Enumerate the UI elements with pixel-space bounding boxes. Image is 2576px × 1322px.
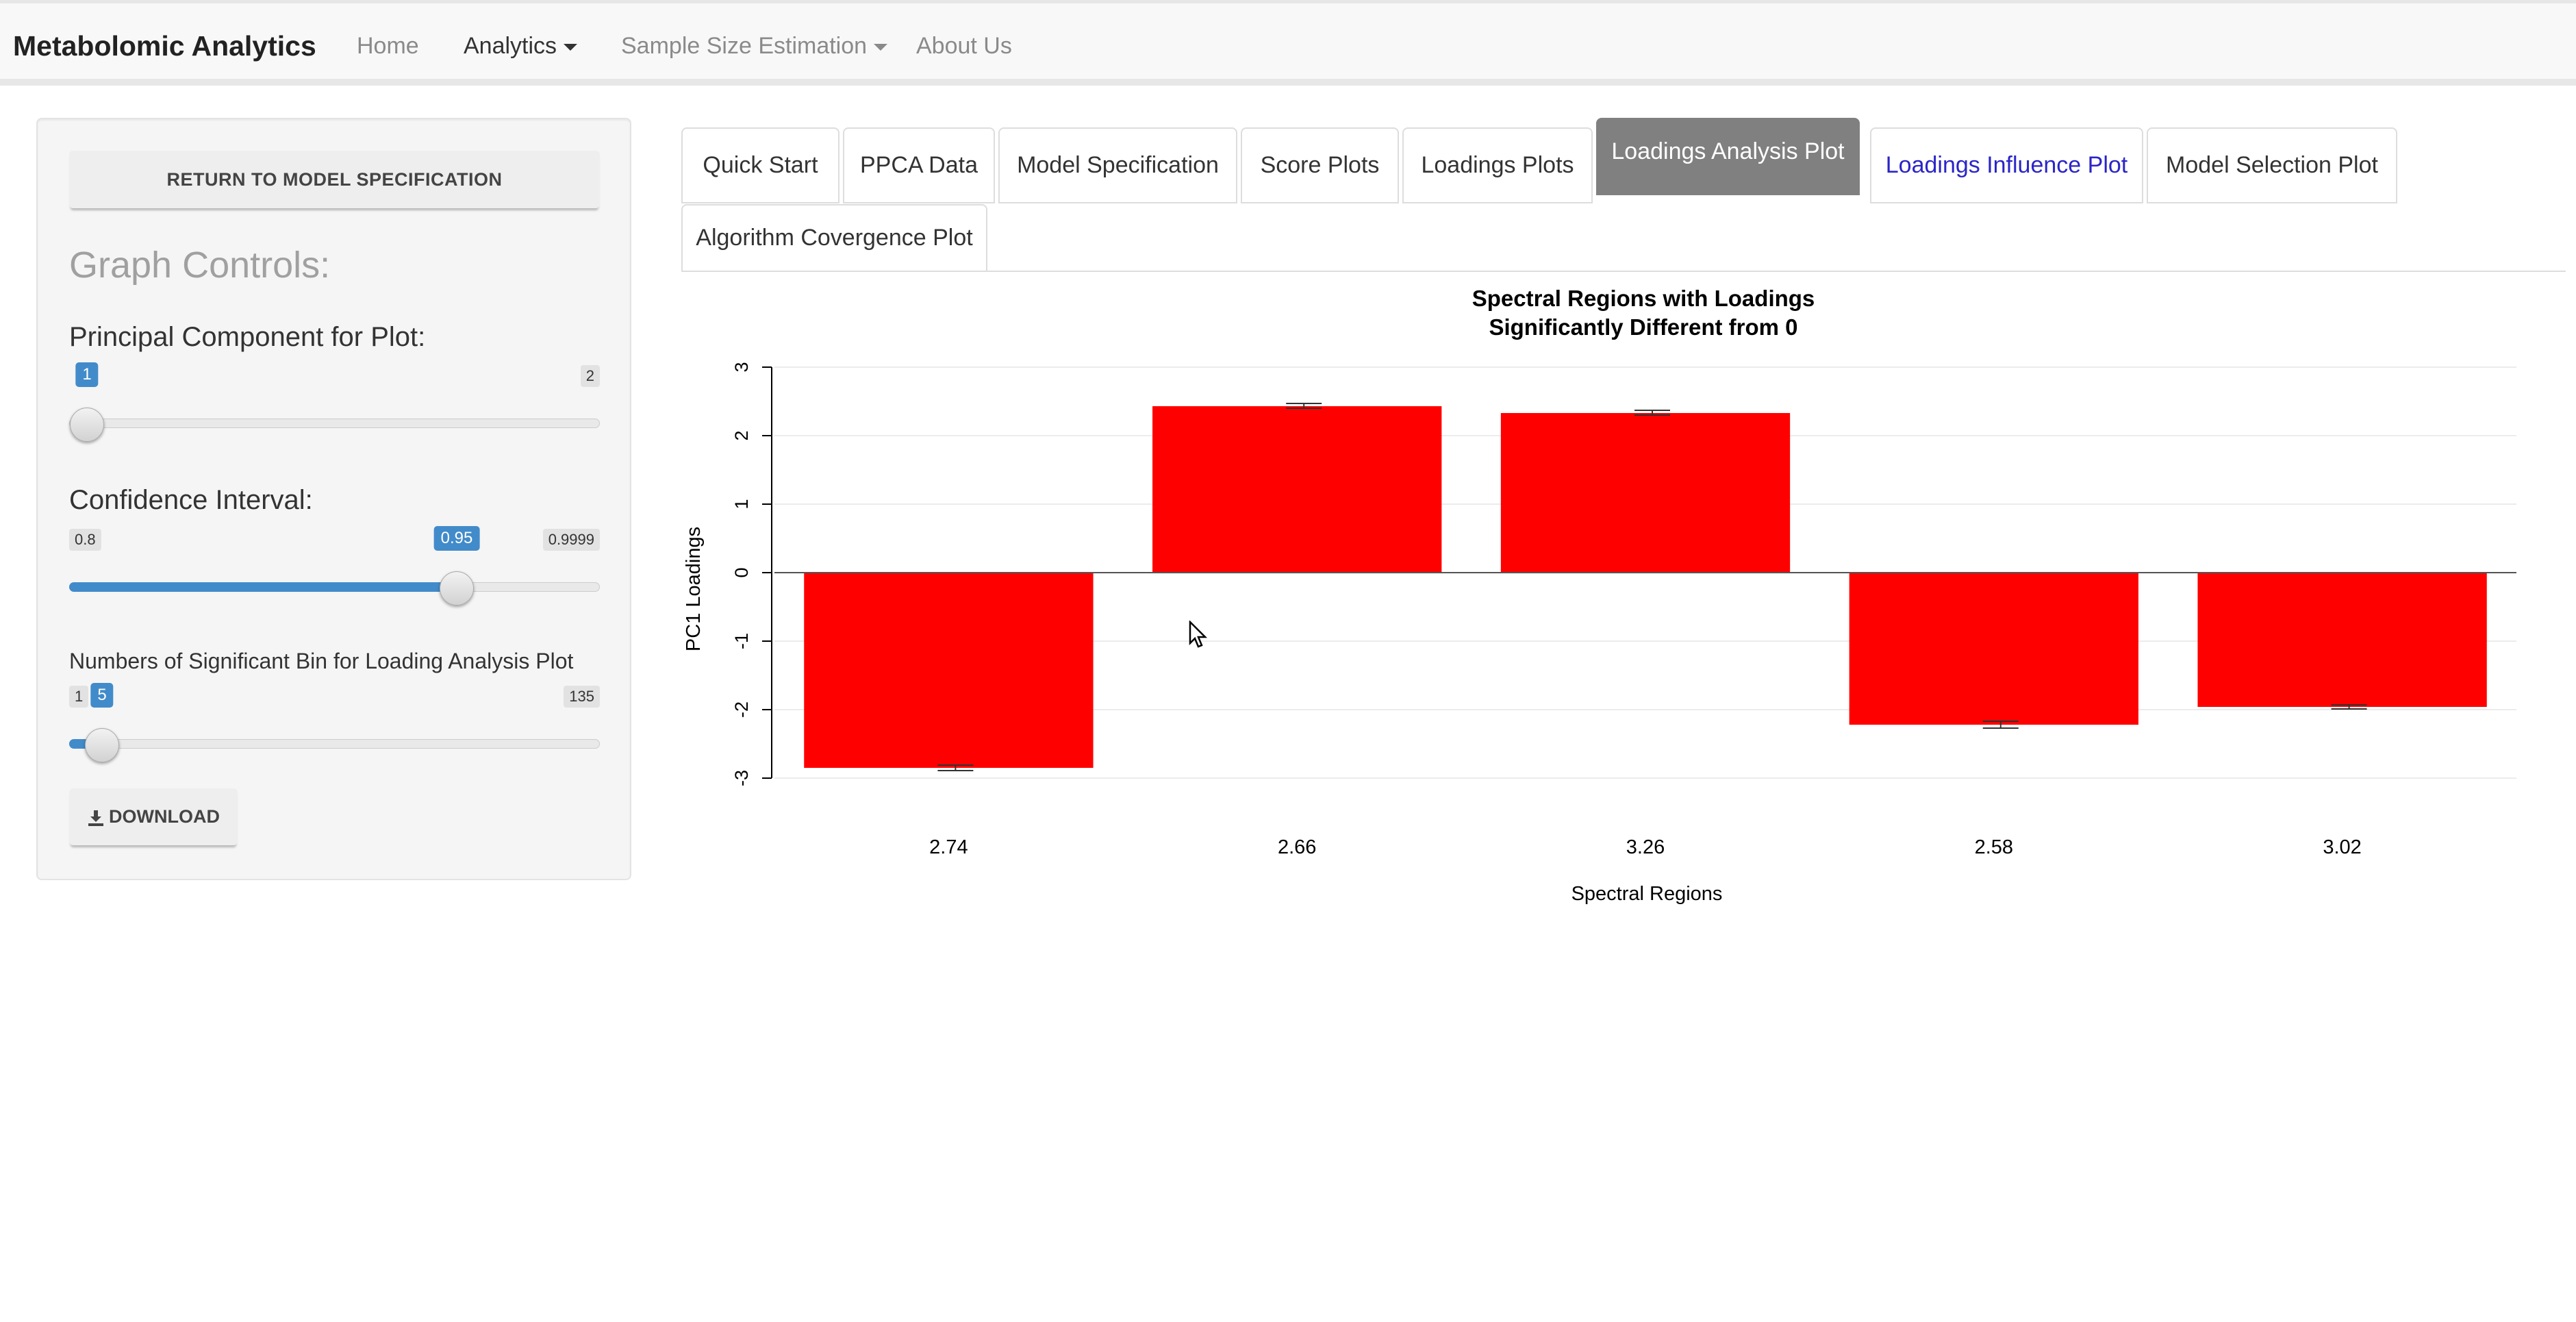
ci-slider[interactable]: 0.8 0.9999 0.95 — [69, 526, 600, 606]
x-axis-categories: 2.74 2.66 3.26 2.58 3.02 — [929, 836, 2362, 858]
tab-label: Algorithm Covergence Plot — [696, 225, 973, 251]
ci-slider-min: 0.8 — [69, 529, 101, 551]
bins-slider-track[interactable] — [69, 739, 600, 749]
pc-slider[interactable]: 1 2 1 — [69, 362, 600, 442]
ci-slider-fill — [69, 582, 457, 592]
bar — [2197, 573, 2487, 707]
brand-title[interactable]: Metabolomic Analytics — [13, 30, 316, 62]
chart-subtitle: Significantly Different from 0 — [1489, 314, 1797, 340]
caret-down-icon — [564, 44, 578, 51]
tab-loadings-plots[interactable]: Loadings Plots — [1402, 127, 1593, 203]
x-axis-label: Spectral Regions — [1571, 883, 1723, 905]
tab-label: Score Plots — [1260, 152, 1380, 178]
nav-sample-size-label: Sample Size Estimation — [621, 33, 868, 59]
download-icon — [88, 810, 103, 826]
caret-down-icon — [874, 44, 888, 51]
tab-loadings-influence-plot[interactable]: Loadings Influence Plot — [1870, 127, 2143, 203]
download-button-label: DOWNLOAD — [109, 806, 220, 827]
y-tick-label: 3 — [731, 362, 752, 372]
bins-slider-min: 1 — [69, 686, 89, 708]
nav-analytics-label: Analytics — [464, 33, 557, 59]
bar — [804, 573, 1094, 768]
y-tick-label: 2 — [731, 430, 752, 440]
bins-slider-label: Numbers of Significant Bin for Loading A… — [69, 649, 574, 673]
tab-label: PPCA Data — [860, 152, 978, 178]
y-tick-label: -2 — [731, 701, 752, 718]
x-category-label: 2.66 — [1278, 836, 1316, 858]
ci-slider-label: Confidence Interval: — [69, 485, 313, 515]
tab-label: Loadings Influence Plot — [1885, 152, 2128, 178]
bins-slider-value: 5 — [90, 683, 114, 708]
nav-home[interactable]: Home — [357, 33, 419, 60]
ci-slider-value: 0.95 — [433, 526, 480, 551]
y-tick-label: 1 — [731, 499, 752, 509]
download-button[interactable]: DOWNLOAD — [69, 788, 238, 845]
ci-slider-max: 0.9999 — [542, 529, 600, 551]
tab-label: Model Selection Plot — [2166, 152, 2378, 178]
pc-slider-handle[interactable] — [70, 408, 104, 442]
bins-slider-max: 135 — [564, 686, 600, 708]
x-category-label: 2.58 — [1975, 836, 2013, 858]
y-tick-label: 0 — [731, 567, 752, 577]
tab-label: Loadings Plots — [1421, 152, 1574, 178]
main-tabs: Quick Start PPCA Data Model Specificatio… — [681, 118, 2566, 272]
x-category-label: 3.26 — [1626, 836, 1665, 858]
tab-loadings-analysis-plot[interactable]: Loadings Analysis Plot — [1596, 118, 1860, 195]
nav-analytics[interactable]: Analytics — [464, 33, 578, 60]
bins-slider-handle[interactable] — [85, 728, 119, 762]
loadings-analysis-chart: Spectral Regions with Loadings Significa… — [683, 286, 2516, 905]
bar — [1500, 413, 1791, 573]
chart-title: Spectral Regions with Loadings — [1472, 286, 1815, 311]
bar — [1849, 573, 2138, 725]
x-category-label: 2.74 — [929, 836, 968, 858]
pc-slider-max: 2 — [580, 365, 600, 387]
bars — [774, 403, 2516, 771]
mouse-pointer-icon — [1189, 621, 1208, 648]
return-to-model-specification-button[interactable]: RETURN TO MODEL SPECIFICATION — [69, 151, 600, 208]
x-category-label: 3.02 — [2323, 836, 2361, 858]
tab-label: Model Specification — [1017, 152, 1219, 178]
tab-algorithm-covergence-plot[interactable]: Algorithm Covergence Plot — [681, 204, 987, 272]
ci-slider-handle[interactable] — [440, 571, 474, 606]
tab-quick-start[interactable]: Quick Start — [681, 127, 839, 203]
bar — [1152, 406, 1442, 573]
nav-about-us-label: About Us — [916, 33, 1012, 59]
y-axis-label: PC1 Loadings — [683, 527, 705, 651]
y-axis: -3 -2 -1 0 1 2 3 — [731, 362, 772, 786]
y-tick-label: -1 — [731, 633, 752, 649]
nav-about-us[interactable]: About Us — [916, 33, 1012, 60]
pc-slider-track[interactable] — [69, 419, 600, 428]
sidebar-panel: RETURN TO MODEL SPECIFICATION Graph Cont… — [36, 118, 631, 880]
y-tick-label: -3 — [731, 770, 752, 786]
tab-model-selection-plot[interactable]: Model Selection Plot — [2147, 127, 2397, 203]
pc-slider-label: Principal Component for Plot: — [69, 322, 426, 352]
navbar: Metabolomic Analytics Home Analytics Sam… — [0, 0, 2576, 86]
nav-home-label: Home — [357, 33, 419, 59]
tab-label: Quick Start — [703, 152, 818, 178]
tab-score-plots[interactable]: Score Plots — [1241, 127, 1399, 203]
pc-slider-value: 1 — [75, 362, 99, 387]
tab-ppca-data[interactable]: PPCA Data — [843, 127, 995, 203]
tab-model-specification[interactable]: Model Specification — [998, 127, 1237, 203]
graph-controls-heading: Graph Controls: — [69, 245, 331, 286]
bins-slider[interactable]: 1 135 5 — [69, 683, 600, 762]
nav-sample-size-estimation[interactable]: Sample Size Estimation — [621, 33, 888, 60]
tab-label: Loadings Analysis Plot — [1611, 138, 1845, 164]
